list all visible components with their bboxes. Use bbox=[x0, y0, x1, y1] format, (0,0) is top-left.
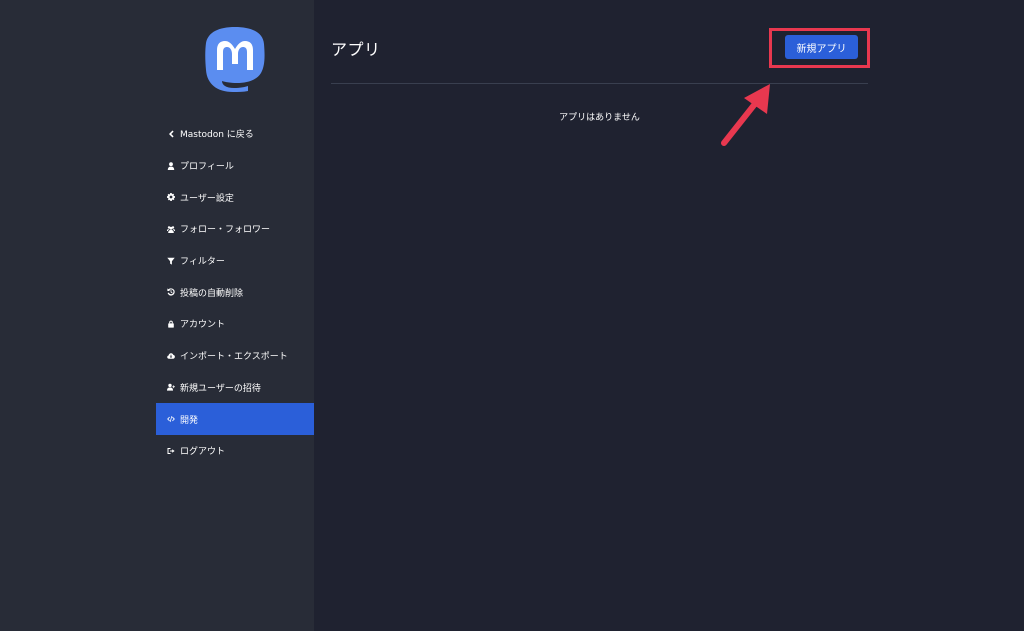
new-app-button[interactable]: 新規アプリ bbox=[785, 35, 858, 59]
sidebar-item-label: 開発 bbox=[180, 415, 199, 426]
sidebar-item-label: アカウント bbox=[180, 320, 226, 331]
sidebar-item-label: 新規ユーザーの招待 bbox=[180, 383, 261, 394]
sidebar-item-relationships[interactable]: フォロー・フォロワー bbox=[156, 213, 314, 245]
sidebar-item-statuses-cleanup[interactable]: 投稿の自動削除 bbox=[156, 276, 314, 308]
sidebar-item-label: 投稿の自動削除 bbox=[180, 288, 244, 299]
sidebar-item-import-export[interactable]: インポート・エクスポート bbox=[156, 340, 314, 372]
mastodon-logo-icon[interactable] bbox=[203, 26, 267, 92]
sidebar-item-development[interactable]: 開発 bbox=[156, 403, 314, 435]
lock-icon bbox=[166, 319, 176, 329]
sidebar-item-filters[interactable]: フィルター bbox=[156, 245, 314, 277]
sidebar-item-profile[interactable]: プロフィール bbox=[156, 150, 314, 182]
chevron-left-icon bbox=[166, 129, 176, 139]
sidebar-item-label: インポート・エクスポート bbox=[180, 352, 288, 363]
header-divider bbox=[331, 83, 868, 84]
history-icon bbox=[166, 287, 176, 297]
sign-out-icon bbox=[166, 446, 176, 456]
filter-icon bbox=[166, 256, 176, 266]
cloud-download-icon bbox=[166, 351, 176, 361]
page-title: アプリ bbox=[331, 40, 381, 59]
sidebar-item-label: フィルター bbox=[180, 257, 225, 268]
sidebar-item-label: フォロー・フォロワー bbox=[180, 225, 271, 236]
code-icon bbox=[166, 414, 176, 424]
sidebar-item-logout[interactable]: ログアウト bbox=[156, 435, 314, 467]
sidebar-item-label: ユーザー設定 bbox=[180, 193, 234, 204]
gear-icon bbox=[166, 192, 176, 202]
sidebar-item-label: Mastodon に戻る bbox=[180, 130, 254, 141]
sidebar-item-label: ログアウト bbox=[180, 447, 226, 458]
sidebar-item-invites[interactable]: 新規ユーザーの招待 bbox=[156, 372, 314, 404]
settings-nav: Mastodon に戻る プロフィール ユーザー設定 フォロー・フォロワー フィ… bbox=[156, 118, 314, 467]
sidebar: Mastodon に戻る プロフィール ユーザー設定 フォロー・フォロワー フィ… bbox=[0, 0, 314, 631]
user-icon bbox=[166, 161, 176, 171]
user-plus-icon bbox=[166, 382, 176, 392]
annotation-arrow-icon bbox=[721, 84, 770, 146]
sidebar-item-account[interactable]: アカウント bbox=[156, 308, 314, 340]
main-content: アプリ 新規アプリ アプリはありません bbox=[314, 0, 1024, 631]
users-icon bbox=[166, 224, 176, 234]
sidebar-item-label: プロフィール bbox=[180, 162, 234, 173]
sidebar-item-preferences[interactable]: ユーザー設定 bbox=[156, 181, 314, 213]
sidebar-item-back[interactable]: Mastodon に戻る bbox=[156, 118, 314, 150]
empty-state-message: アプリはありません bbox=[559, 113, 640, 123]
